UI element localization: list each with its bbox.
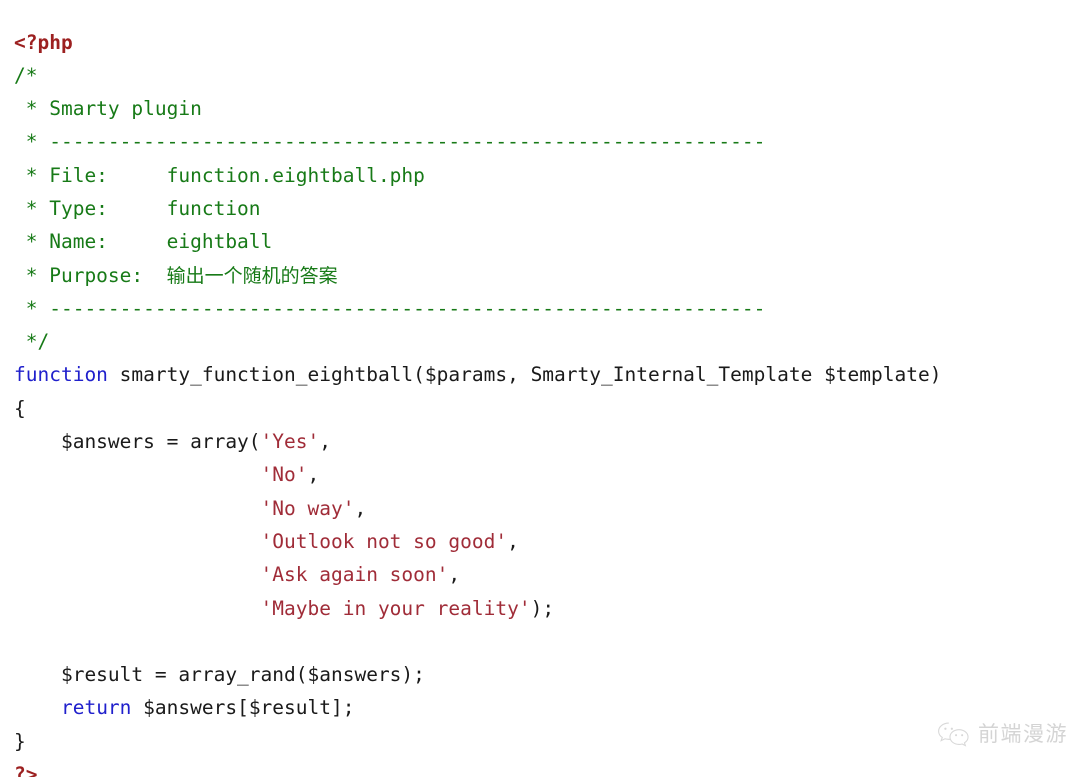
code-token-string: 'Ask again soon' bbox=[260, 563, 449, 587]
code-token-comment: * --------------------------------------… bbox=[14, 130, 766, 154]
code-line: { bbox=[14, 392, 1074, 425]
code-line: 'No way', bbox=[14, 492, 1074, 525]
code-token-plain: , bbox=[354, 496, 367, 520]
code-token-string: 'Yes' bbox=[260, 430, 320, 454]
code-token-comment: * Smarty plugin bbox=[14, 97, 202, 121]
code-token-class_name: Smarty_Internal_Template bbox=[530, 363, 813, 387]
code-token-plain: $answers[$result]; bbox=[131, 696, 355, 720]
code-token-plain: } bbox=[14, 729, 26, 753]
code-token-comment: * File: function.eightball.php bbox=[14, 163, 425, 187]
code-token-comment: */ bbox=[14, 330, 50, 354]
code-line: <?php bbox=[14, 26, 1074, 59]
code-token-comment: * --------------------------------------… bbox=[14, 296, 766, 320]
code-token-plain: , bbox=[307, 463, 320, 487]
code-token-comment: * Type: function bbox=[14, 196, 261, 220]
code-line: * Name: eightball bbox=[14, 225, 1074, 258]
code-line: * --------------------------------------… bbox=[14, 125, 1074, 158]
code-line: ?> bbox=[14, 758, 1074, 777]
code-token-plain: smarty_function_eightball($params, bbox=[107, 363, 531, 387]
code-token-tag: <?php bbox=[14, 30, 73, 54]
code-line: * Smarty plugin bbox=[14, 92, 1074, 125]
code-screenshot-canvas: <?php /* * Smarty plugin * --------------… bbox=[0, 0, 1080, 777]
code-line: * Type: function bbox=[14, 192, 1074, 225]
code-token-comment: 输出一个随机的答案 bbox=[166, 264, 338, 287]
code-token-tag: ?> bbox=[14, 763, 38, 777]
code-line: $result = array_rand($answers); bbox=[14, 658, 1074, 691]
code-line: return $answers[$result]; bbox=[14, 691, 1074, 724]
code-token-string: 'Outlook not so good' bbox=[260, 529, 508, 553]
code-line: function smarty_function_eightball($para… bbox=[14, 358, 1074, 391]
code-token-plain: , bbox=[319, 430, 331, 454]
code-token-plain: , bbox=[448, 563, 461, 587]
code-token-comment: * Purpose: bbox=[14, 263, 167, 287]
code-token-comment: * Name: eightball bbox=[14, 230, 273, 254]
code-token-comment: /* bbox=[14, 63, 38, 87]
code-token-plain: $result = array_rand($answers); bbox=[14, 663, 425, 687]
code-line: 'Ask again soon', bbox=[14, 558, 1074, 591]
code-line: * Purpose: 输出一个随机的答案 bbox=[14, 259, 1074, 292]
code-token-plain: { bbox=[14, 396, 26, 420]
code-token-keyword: function bbox=[14, 363, 108, 387]
code-line: } bbox=[14, 725, 1074, 758]
code-line: */ bbox=[14, 325, 1074, 358]
code-token-keyword: return bbox=[60, 696, 132, 720]
code-line: /* bbox=[14, 59, 1074, 92]
code-line: 'Outlook not so good', bbox=[14, 525, 1074, 558]
code-token-plain: , bbox=[507, 529, 519, 553]
code-line: $answers = array('Yes', bbox=[14, 425, 1074, 458]
code-token-plain: ); bbox=[530, 596, 555, 620]
code-token-string: 'No' bbox=[260, 463, 308, 487]
code-token-plain: $template) bbox=[812, 363, 942, 387]
code-token-plain: $answers = array( bbox=[14, 430, 261, 454]
code-token-string: 'Maybe in your reality' bbox=[260, 596, 531, 620]
code-listing: <?php /* * Smarty plugin * --------------… bbox=[14, 26, 1074, 777]
code-line: * File: function.eightball.php bbox=[14, 159, 1074, 192]
code-line: * --------------------------------------… bbox=[14, 292, 1074, 325]
code-line: 'No', bbox=[14, 458, 1074, 491]
code-line: 'Maybe in your reality'); bbox=[14, 592, 1074, 625]
code-token-string: 'No way' bbox=[260, 496, 355, 520]
